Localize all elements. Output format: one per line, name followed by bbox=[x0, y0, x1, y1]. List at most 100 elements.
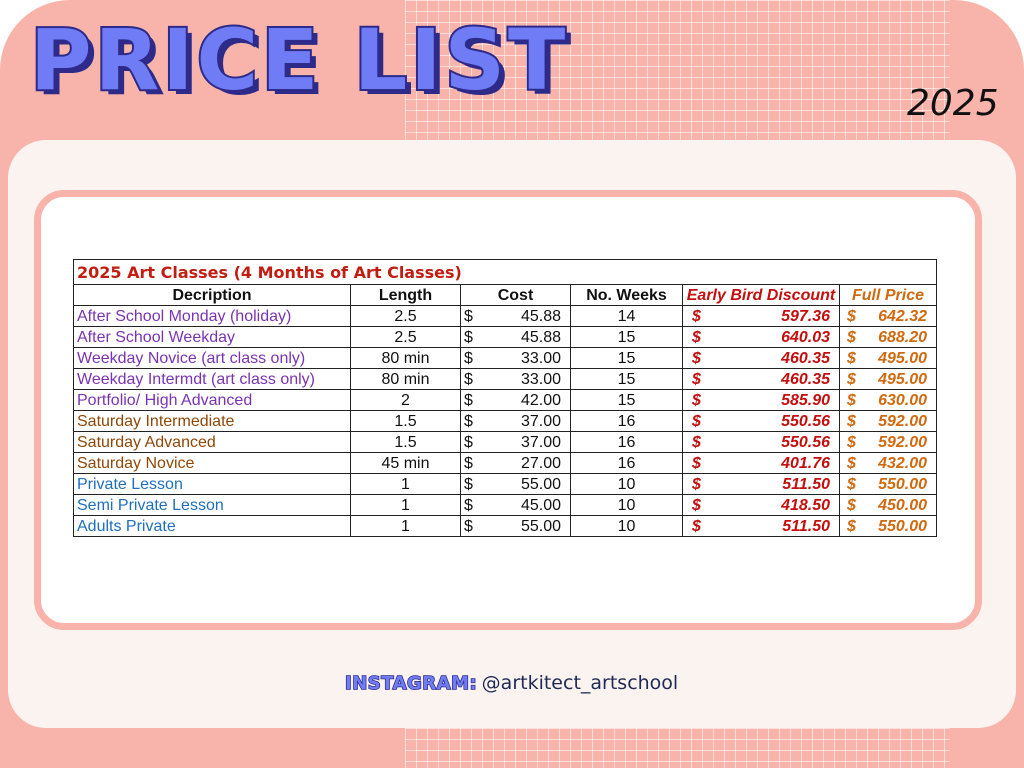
class-weeks: 15 bbox=[570, 389, 683, 411]
early-bird-value: 585.90 bbox=[781, 391, 830, 409]
early-bird-price: $460.35 bbox=[682, 368, 840, 390]
full-price: $630.00 bbox=[839, 389, 937, 411]
class-weeks: 10 bbox=[570, 494, 683, 516]
class-cost: $37.00 bbox=[460, 410, 571, 432]
cost-value: 37.00 bbox=[520, 412, 561, 430]
class-weeks: 15 bbox=[570, 347, 683, 369]
class-description: Weekday Novice (art class only) bbox=[73, 347, 351, 369]
full-price-value: 688.20 bbox=[878, 328, 927, 346]
page-title: PRICE LIST bbox=[28, 11, 569, 109]
full-price: $495.00 bbox=[839, 347, 937, 369]
class-weeks: 14 bbox=[570, 305, 683, 327]
full-price-value: 432.00 bbox=[878, 454, 927, 472]
early-bird-price: $550.56 bbox=[682, 431, 840, 453]
class-cost: $45.00 bbox=[460, 494, 571, 516]
cost-value: 45.00 bbox=[520, 496, 561, 514]
currency-symbol: $ bbox=[464, 517, 473, 535]
table-row: Weekday Novice (art class only) 80 min $33… bbox=[73, 347, 937, 369]
class-weeks: 15 bbox=[570, 368, 683, 390]
class-length: 2 bbox=[350, 389, 461, 411]
early-bird-price: $460.35 bbox=[682, 347, 840, 369]
early-bird-price: $597.36 bbox=[682, 305, 840, 327]
class-length: 1.5 bbox=[350, 410, 461, 432]
full-price: $550.00 bbox=[839, 473, 937, 495]
cost-value: 42.00 bbox=[520, 391, 561, 409]
currency-symbol: $ bbox=[464, 454, 473, 472]
class-length: 80 min bbox=[350, 368, 461, 390]
full-price-value: 642.32 bbox=[878, 307, 927, 325]
class-description: Adults Private bbox=[73, 515, 351, 537]
currency-symbol: $ bbox=[464, 496, 473, 514]
full-price: $592.00 bbox=[839, 431, 937, 453]
currency-symbol: $ bbox=[464, 349, 473, 367]
currency-symbol: $ bbox=[847, 433, 856, 451]
cost-value: 45.88 bbox=[520, 328, 561, 346]
grid-pattern-bottom bbox=[405, 728, 950, 768]
currency-symbol: $ bbox=[464, 475, 473, 493]
table-row: Saturday Advanced 1.5 $37.00 16 $550.56 $592.… bbox=[73, 431, 937, 453]
currency-symbol: $ bbox=[464, 328, 473, 346]
currency-symbol: $ bbox=[847, 517, 856, 535]
column-header-weeks: No. Weeks bbox=[570, 284, 683, 306]
class-cost: $27.00 bbox=[460, 452, 571, 474]
cost-value: 33.00 bbox=[520, 370, 561, 388]
early-bird-value: 550.56 bbox=[781, 433, 830, 451]
cost-value: 55.00 bbox=[520, 517, 561, 535]
early-bird-value: 511.50 bbox=[782, 475, 830, 493]
cost-value: 45.88 bbox=[520, 307, 561, 325]
currency-symbol: $ bbox=[692, 475, 701, 493]
early-bird-value: 597.36 bbox=[781, 307, 830, 325]
currency-symbol: $ bbox=[847, 391, 856, 409]
class-length: 2.5 bbox=[350, 326, 461, 348]
full-price-value: 592.00 bbox=[878, 412, 927, 430]
instagram-footer: INSTAGRAM: @artkitect_artschool bbox=[344, 672, 679, 694]
full-price-value: 592.00 bbox=[878, 433, 927, 451]
full-price: $450.00 bbox=[839, 494, 937, 516]
class-length: 1 bbox=[350, 473, 461, 495]
full-price: $592.00 bbox=[839, 410, 937, 432]
class-description: Saturday Novice bbox=[73, 452, 351, 474]
table-body: After School Monday (holiday) 2.5 $45.88 14… bbox=[73, 305, 937, 537]
class-cost: $33.00 bbox=[460, 347, 571, 369]
column-header-early-bird: Early Bird Discount bbox=[682, 284, 840, 306]
class-weeks: 16 bbox=[570, 410, 683, 432]
table-row: Portfolio/ High Advanced 2 $42.00 15 $585.90… bbox=[73, 389, 937, 411]
class-length: 1 bbox=[350, 494, 461, 516]
currency-symbol: $ bbox=[692, 412, 701, 430]
class-weeks: 10 bbox=[570, 473, 683, 495]
class-weeks: 16 bbox=[570, 431, 683, 453]
currency-symbol: $ bbox=[692, 370, 701, 388]
full-price-value: 495.00 bbox=[878, 370, 927, 388]
class-length: 80 min bbox=[350, 347, 461, 369]
class-cost: $55.00 bbox=[460, 473, 571, 495]
currency-symbol: $ bbox=[464, 391, 473, 409]
currency-symbol: $ bbox=[847, 496, 856, 514]
class-description: Private Lesson bbox=[73, 473, 351, 495]
table-caption-row: 2025 Art Classes (4 Months of Art Classe… bbox=[73, 259, 937, 285]
class-description: Portfolio/ High Advanced bbox=[73, 389, 351, 411]
full-price-value: 550.00 bbox=[878, 475, 927, 493]
currency-symbol: $ bbox=[847, 412, 856, 430]
class-weeks: 15 bbox=[570, 326, 683, 348]
table-row: Adults Private 1 $55.00 10 $511.50 $550.00 bbox=[73, 515, 937, 537]
currency-symbol: $ bbox=[847, 307, 856, 325]
full-price-value: 450.00 bbox=[878, 496, 927, 514]
currency-symbol: $ bbox=[847, 328, 856, 346]
instagram-handle: @artkitect_artschool bbox=[481, 672, 679, 694]
currency-symbol: $ bbox=[692, 307, 701, 325]
class-description: After School Monday (holiday) bbox=[73, 305, 351, 327]
currency-symbol: $ bbox=[692, 433, 701, 451]
class-description: Saturday Intermediate bbox=[73, 410, 351, 432]
table-row: Weekday Intermdt (art class only) 80 min $… bbox=[73, 368, 937, 390]
class-length: 2.5 bbox=[350, 305, 461, 327]
class-cost: $55.00 bbox=[460, 515, 571, 537]
class-length: 1 bbox=[350, 515, 461, 537]
table-row: Private Lesson 1 $55.00 10 $511.50 $550.00 bbox=[73, 473, 937, 495]
currency-symbol: $ bbox=[847, 370, 856, 388]
year-label: 2025 bbox=[907, 83, 999, 124]
currency-symbol: $ bbox=[847, 475, 856, 493]
early-bird-value: 401.76 bbox=[781, 454, 830, 472]
column-header-description: Decription bbox=[73, 284, 351, 306]
early-bird-value: 460.35 bbox=[781, 349, 830, 367]
full-price-value: 630.00 bbox=[878, 391, 927, 409]
